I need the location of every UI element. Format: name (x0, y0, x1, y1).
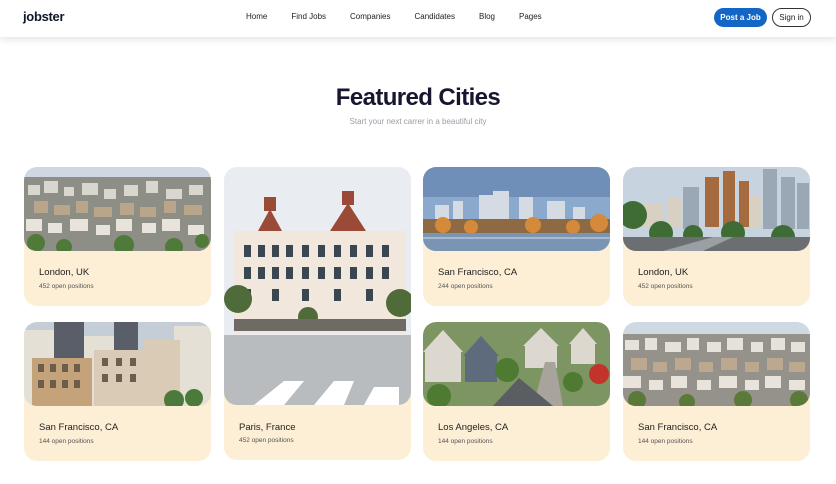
nav-find-jobs[interactable]: Find Jobs (291, 12, 326, 21)
main-menu: Home Find Jobs Companies Candidates Blog… (246, 12, 566, 21)
city-name: San Francisco, CA (39, 422, 119, 433)
city-card[interactable]: San Francisco, CA 244 open positions (423, 167, 610, 306)
city-card[interactable]: San Francisco, CA 144 open positions (623, 322, 810, 461)
city-photo (423, 167, 610, 251)
city-photo (423, 322, 610, 406)
city-photo (224, 167, 411, 405)
nav-home[interactable]: Home (246, 12, 267, 21)
open-positions-count: 144 open positions (39, 438, 94, 445)
open-positions-count: 244 open positions (438, 283, 493, 290)
sign-in-button[interactable]: Sign in (772, 8, 811, 27)
open-positions-count: 452 open positions (239, 437, 294, 444)
city-photo (623, 322, 810, 406)
section-subtitle: Start your next carrer in a beautiful ci… (349, 117, 487, 126)
city-card[interactable]: London, UK 452 open positions (24, 167, 211, 306)
city-name: San Francisco, CA (438, 267, 518, 278)
nav-blog[interactable]: Blog (479, 12, 495, 21)
city-card[interactable]: London, UK 452 open positions (623, 167, 810, 306)
open-positions-count: 452 open positions (39, 283, 94, 290)
city-name: San Francisco, CA (638, 422, 718, 433)
city-card[interactable]: Los Angeles, CA 144 open positions (423, 322, 610, 461)
city-name: London, UK (39, 267, 90, 278)
city-photo (24, 322, 211, 406)
nav-companies[interactable]: Companies (350, 12, 390, 21)
nav-pages[interactable]: Pages (519, 12, 542, 21)
city-photo (623, 167, 810, 251)
open-positions-count: 144 open positions (638, 438, 693, 445)
nav-candidates[interactable]: Candidates (415, 12, 455, 21)
city-photo (24, 167, 211, 251)
city-card[interactable]: Paris, France 452 open positions (224, 167, 411, 460)
top-navigation: jobster Home Find Jobs Companies Candida… (0, 0, 836, 37)
open-positions-count: 452 open positions (638, 283, 693, 290)
city-card[interactable]: San Francisco, CA 144 open positions (24, 322, 211, 461)
site-logo[interactable]: jobster (23, 9, 65, 24)
city-name: Los Angeles, CA (438, 422, 509, 433)
city-name: Paris, France (239, 422, 296, 433)
city-name: London, UK (638, 267, 689, 278)
post-job-button[interactable]: Post a Job (714, 8, 767, 27)
section-title: Featured Cities (335, 84, 501, 111)
open-positions-count: 144 open positions (438, 438, 493, 445)
